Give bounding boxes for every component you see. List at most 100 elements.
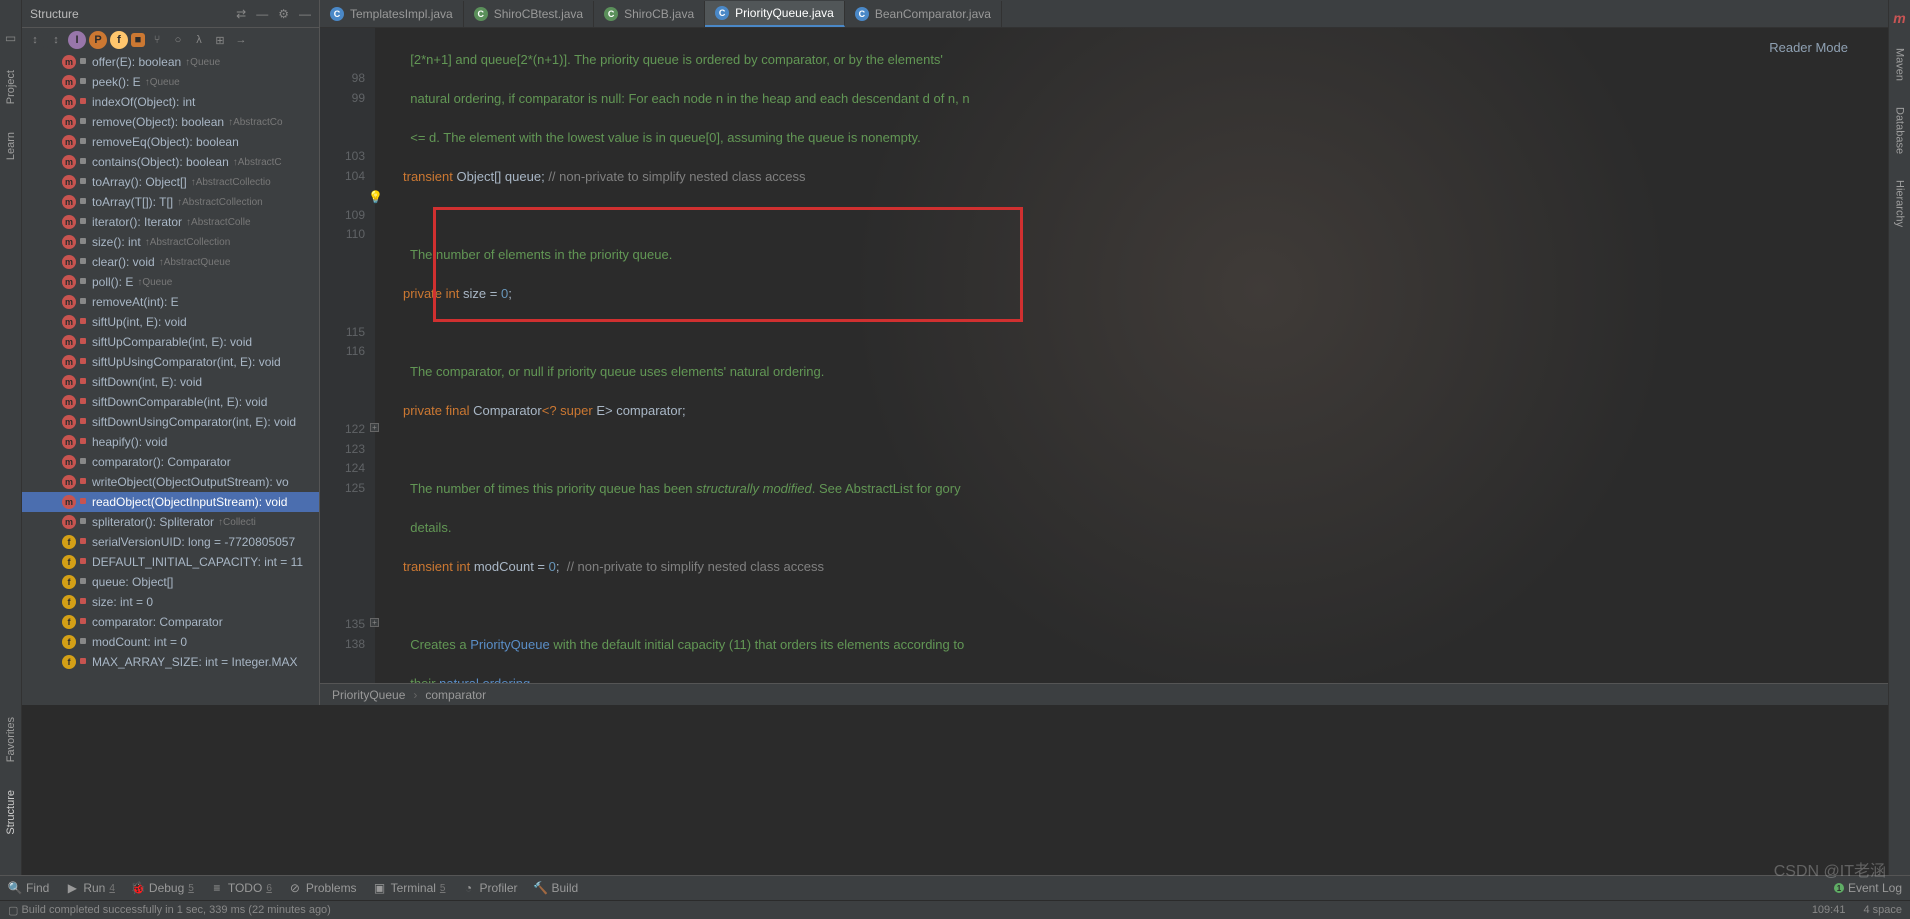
tree-item[interactable]: fsize: int = 0: [22, 592, 319, 612]
tree-item[interactable]: fmodCount: int = 0: [22, 632, 319, 652]
favorites-tab[interactable]: Favorites: [5, 713, 17, 766]
tree-item[interactable]: mcontains(Object): boolean ↑AbstractC: [22, 152, 319, 172]
crumb-member[interactable]: comparator: [425, 688, 486, 702]
code-area[interactable]: [2*n+1] and queue[2*(n+1)]. The priority…: [375, 28, 1888, 683]
gutter-line[interactable]: [320, 108, 365, 128]
gutter-line[interactable]: [320, 381, 365, 401]
caret-position[interactable]: 109:41: [1812, 904, 1846, 916]
tree-item[interactable]: mclear(): void ↑AbstractQueue: [22, 252, 319, 272]
indent-config[interactable]: 4 space: [1863, 904, 1902, 916]
project-tab[interactable]: Project: [5, 66, 17, 108]
gutter-line[interactable]: 💡: [320, 186, 365, 206]
tree-item[interactable]: msiftUpUsingComparator(int, E): void: [22, 352, 319, 372]
problems-button[interactable]: ⊘Problems: [288, 881, 357, 895]
editor-tab[interactable]: CPriorityQueue.java: [705, 1, 845, 27]
gutter-line[interactable]: [320, 498, 365, 518]
maven-logo-icon[interactable]: m: [1893, 10, 1905, 26]
hide-icon[interactable]: —: [299, 7, 311, 21]
show-lambda-icon[interactable]: λ: [190, 31, 208, 49]
tree-item[interactable]: fMAX_ARRAY_SIZE: int = Integer.MAX: [22, 652, 319, 672]
gutter-line[interactable]: 125: [320, 479, 365, 499]
editor-tab[interactable]: CShiroCB.java: [594, 1, 705, 27]
database-tab[interactable]: Database: [1894, 103, 1906, 158]
find-button[interactable]: 🔍Find: [8, 881, 49, 895]
tree-item[interactable]: fDEFAULT_INITIAL_CAPACITY: int = 11: [22, 552, 319, 572]
show-interfaces-icon[interactable]: I: [68, 31, 86, 49]
gutter-line[interactable]: [320, 128, 365, 148]
tree-item[interactable]: msiftDownUsingComparator(int, E): void: [22, 412, 319, 432]
gutter-line[interactable]: 98: [320, 69, 365, 89]
show-inherited-icon[interactable]: ⑂: [148, 31, 166, 49]
tree-item[interactable]: mremoveAt(int): E: [22, 292, 319, 312]
tree-item[interactable]: mreadObject(ObjectInputStream): void: [22, 492, 319, 512]
gutter-line[interactable]: 122+: [320, 420, 365, 440]
tree-item[interactable]: mtoArray(T[]): T[] ↑AbstractCollection: [22, 192, 319, 212]
debug-button[interactable]: 🐞Debug 5: [131, 881, 194, 895]
show-properties-icon[interactable]: P: [89, 31, 107, 49]
crumb-class[interactable]: PriorityQueue: [332, 688, 405, 702]
tree-item[interactable]: fcomparator: Comparator: [22, 612, 319, 632]
show-fields-icon[interactable]: f: [110, 31, 128, 49]
adjust-icon[interactable]: ⇄: [236, 7, 246, 21]
gutter-line[interactable]: [320, 245, 365, 265]
gutter-line[interactable]: 116: [320, 342, 365, 362]
gutter-line[interactable]: 103: [320, 147, 365, 167]
gutter-line[interactable]: 123: [320, 440, 365, 460]
todo-button[interactable]: ≡TODO 6: [210, 881, 272, 895]
terminal-button[interactable]: ▣Terminal 5: [373, 881, 446, 895]
tree-item[interactable]: msiftUpComparable(int, E): void: [22, 332, 319, 352]
gutter-line[interactable]: 109: [320, 206, 365, 226]
editor-tab[interactable]: CBeanComparator.java: [845, 1, 1002, 27]
editor-tab[interactable]: CShiroCBtest.java: [464, 1, 594, 27]
sort-visibility-icon[interactable]: ↕: [47, 31, 65, 49]
breadcrumb[interactable]: PriorityQueue › comparator: [320, 683, 1888, 705]
tree-item[interactable]: mremoveEq(Object): boolean: [22, 132, 319, 152]
gutter-line[interactable]: [320, 576, 365, 596]
tree-item[interactable]: moffer(E): boolean ↑Queue: [22, 52, 319, 72]
gutter-line[interactable]: [320, 303, 365, 323]
sort-alpha-icon[interactable]: ↕: [26, 31, 44, 49]
gutter-line[interactable]: [320, 654, 365, 674]
editor-tab[interactable]: CTemplatesImpl.java: [320, 1, 464, 27]
gutter-line[interactable]: 138: [320, 635, 365, 655]
gutter-line[interactable]: 104: [320, 167, 365, 187]
tree-item[interactable]: mspliterator(): Spliterator ↑Collecti: [22, 512, 319, 532]
tree-item[interactable]: msiftDownComparable(int, E): void: [22, 392, 319, 412]
gutter-line[interactable]: 99: [320, 89, 365, 109]
tree-item[interactable]: mcomparator(): Comparator: [22, 452, 319, 472]
expand-all-icon[interactable]: ⊞: [211, 31, 229, 49]
gutter-line[interactable]: [320, 284, 365, 304]
tree-item[interactable]: miterator(): Iterator ↑AbstractColle: [22, 212, 319, 232]
tree-item[interactable]: msize(): int ↑AbstractCollection: [22, 232, 319, 252]
gutter-line[interactable]: [320, 362, 365, 382]
gutter-line[interactable]: 135+: [320, 615, 365, 635]
build-button[interactable]: 🔨Build: [534, 881, 579, 895]
tree-item[interactable]: msiftDown(int, E): void: [22, 372, 319, 392]
maven-tab[interactable]: Maven: [1894, 44, 1906, 85]
autoscroll-icon[interactable]: →: [232, 31, 250, 49]
gutter-line[interactable]: [320, 264, 365, 284]
tree-item[interactable]: mheapify(): void: [22, 432, 319, 452]
tree-item[interactable]: mpeek(): E ↑Queue: [22, 72, 319, 92]
tree-item[interactable]: mindexOf(Object): int: [22, 92, 319, 112]
gutter-line[interactable]: [320, 401, 365, 421]
show-nonpublic-icon[interactable]: ■: [131, 33, 145, 47]
learn-tab[interactable]: Learn: [5, 128, 17, 164]
gear-icon[interactable]: ⚙: [278, 7, 289, 21]
hierarchy-tab[interactable]: Hierarchy: [1894, 176, 1906, 231]
minimize-icon[interactable]: —: [256, 7, 268, 21]
tree-item[interactable]: mremove(Object): boolean ↑AbstractCo: [22, 112, 319, 132]
tree-item[interactable]: fqueue: Object[]: [22, 572, 319, 592]
status-collapse-icon[interactable]: ▢: [8, 904, 18, 917]
tree-item[interactable]: mwriteObject(ObjectOutputStream): vo: [22, 472, 319, 492]
gutter-line[interactable]: [320, 557, 365, 577]
tree-item[interactable]: msiftUp(int, E): void: [22, 312, 319, 332]
gutter-line[interactable]: 115: [320, 323, 365, 343]
gutter-line[interactable]: [320, 537, 365, 557]
gutter-line[interactable]: [320, 30, 365, 50]
gutter-line[interactable]: 110: [320, 225, 365, 245]
tree-item[interactable]: mtoArray(): Object[] ↑AbstractCollectio: [22, 172, 319, 192]
event-log-button[interactable]: 1Event Log: [1834, 881, 1902, 895]
gutter-line[interactable]: [320, 518, 365, 538]
tree-item[interactable]: fserialVersionUID: long = -7720805057: [22, 532, 319, 552]
